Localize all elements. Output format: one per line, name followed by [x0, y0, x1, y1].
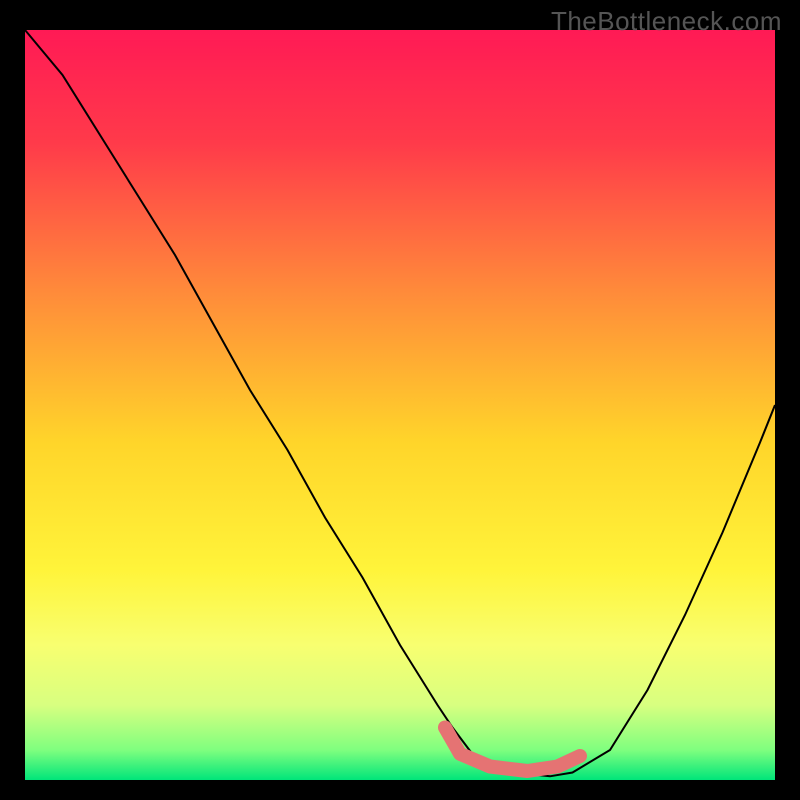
- heatmap-background: [25, 30, 775, 780]
- watermark-text: TheBottleneck.com: [551, 6, 782, 37]
- chart-container: [25, 30, 775, 780]
- bottleneck-chart: [25, 30, 775, 780]
